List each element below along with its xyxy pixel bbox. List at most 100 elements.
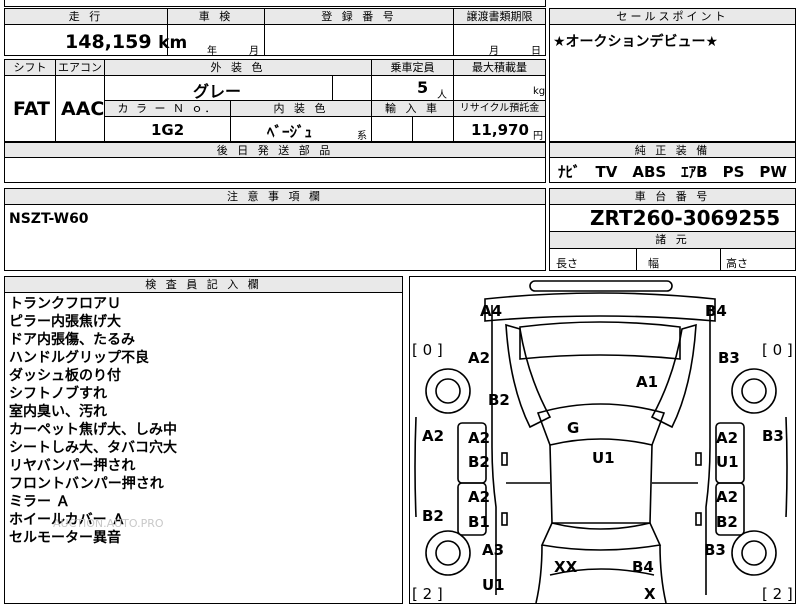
inspection-label: 車 検	[168, 9, 264, 24]
damage-mark: B2	[468, 453, 490, 471]
car-diagram-box: [ 0 ] [ 0 ] [ 2 ] [ 2 ] A4 B4 A2 B3 A1 B…	[409, 276, 796, 604]
damage-mark: B3	[762, 427, 784, 445]
damage-mark: G	[567, 419, 579, 437]
inspector-notes: トランクフロアＵ ピラー内張焦げ大 ドア内張傷、たるみ ハンドルグリップ不良 ダ…	[9, 295, 177, 547]
damage-mark: B3	[718, 349, 740, 367]
spec-block: シフト エアコン 外 装 色 乗車定員 最大積載量 カ ラ ー Ｎ ｏ． 内 装…	[4, 59, 546, 142]
dim-height: 高さ	[726, 257, 748, 270]
damage-mark: A2	[716, 488, 738, 506]
note-item: シートしみ大、タバコ穴大	[9, 440, 177, 456]
exterior-color-value: グレー	[193, 82, 242, 101]
dimensions-label: 諸 元	[550, 231, 795, 249]
damage-mark: A2	[468, 488, 490, 506]
inspection-month-unit: 月	[249, 46, 259, 57]
note-item: トランクフロアＵ	[9, 296, 121, 312]
damage-mark: B3	[704, 541, 726, 559]
note-item: ピラー内張焦げ大	[9, 314, 121, 330]
capacity-value: 5	[417, 78, 429, 97]
damage-mark: A2	[716, 429, 738, 447]
capacity-label: 乗車定員	[372, 60, 453, 75]
registration-label: 登 録 番 号	[265, 9, 453, 24]
damage-mark: A2	[422, 427, 444, 445]
watermark: AUCTION.AUTO.PRO	[53, 517, 164, 530]
recycle-fee-label: リサイクル預託金	[454, 101, 545, 116]
recycle-fee-unit: 円	[533, 131, 543, 142]
shift-label: シフト	[5, 60, 55, 75]
exterior-color-label: 外 装 色	[105, 60, 371, 75]
damage-mark: B4	[705, 302, 727, 320]
note-item: フロントバンパー押され	[9, 476, 164, 492]
shift-value: FAT	[13, 98, 50, 120]
damage-mark: X	[644, 585, 656, 603]
interior-color-value: ﾍﾞｰｼﾞｭ	[267, 123, 313, 141]
dim-length: 長さ	[556, 257, 578, 270]
equipment-items: ﾅﾋﾞ TV ABS ｴｱB PS PW	[558, 163, 787, 181]
damage-mark: A2	[468, 349, 490, 367]
mileage-label: 走 行	[5, 9, 167, 24]
damage-mark: B4	[632, 558, 654, 576]
damage-mark: B2	[422, 507, 444, 525]
recycle-fee-value: 11,970	[471, 121, 529, 139]
interior-suffix: 系	[357, 131, 367, 142]
damage-mark: A1	[636, 373, 658, 391]
dim-width: 幅	[648, 257, 659, 270]
note-item: ダッシュ板のり付	[9, 368, 121, 384]
sale-point-label: セールスポイント	[550, 9, 795, 25]
damage-mark: A2	[468, 429, 490, 447]
note-item: カーペット焦げ大、しみ中	[9, 422, 177, 438]
chassis-label: 車 台 番 号	[550, 189, 795, 205]
equipment-label: 純 正 装 備	[550, 143, 795, 158]
note-item: ドア内張傷、たるみ	[9, 332, 135, 348]
color-no-value: 1G2	[151, 121, 185, 139]
load-unit: kg	[533, 86, 546, 97]
tire-mark-front-right: [ 0 ]	[762, 341, 793, 359]
inspector-label: 検 査 員 記 入 欄	[5, 277, 402, 293]
chassis-box: 車 台 番 号 ZRT260-3069255 諸 元 長さ 幅 高さ	[549, 188, 796, 271]
tire-mark-rear-right: [ 2 ]	[762, 585, 793, 603]
top-strip	[4, 0, 546, 7]
header-row: 走 行 車 検 登 録 番 号 譲渡書類期限 148,159 km 年 月 月 …	[4, 8, 546, 57]
transfer-day-unit: 日	[531, 46, 541, 57]
transfer-deadline-label: 譲渡書類期限	[454, 9, 545, 24]
damage-mark: B1	[468, 513, 490, 531]
damage-mark: A4	[480, 302, 502, 320]
damage-mark: A3	[482, 541, 504, 559]
tire-mark-rear-left: [ 2 ]	[412, 585, 443, 603]
damage-mark: U1	[482, 576, 505, 594]
note-item: ミラー Ａ	[9, 494, 70, 510]
caution-label: 注 意 事 項 欄	[5, 189, 545, 205]
later-parts-label: 後 日 発 送 部 品	[5, 143, 545, 158]
note-item: ハンドルグリップ不良	[9, 350, 149, 366]
aircon-value: AAC	[61, 98, 105, 120]
sale-point-text: ★オークションデビュー★	[553, 34, 719, 50]
equipment-box: 純 正 装 備 ﾅﾋﾞ TV ABS ｴｱB PS PW	[549, 142, 796, 183]
damage-mark: U1	[716, 453, 739, 471]
note-item: セルモーター異音	[9, 530, 121, 546]
car-diagram: [ 0 ] [ 0 ] [ 2 ] [ 2 ] A4 B4 A2 B3 A1 B…	[412, 280, 793, 603]
damage-mark: U1	[592, 449, 615, 467]
note-item: シフトノブすれ	[9, 386, 107, 402]
tire-mark-front-left: [ 0 ]	[412, 341, 443, 359]
max-load-label: 最大積載量	[454, 60, 545, 75]
damage-mark: XX	[554, 558, 578, 576]
interior-color-label: 内 装 色	[231, 101, 371, 116]
chassis-number: ZRT260-3069255	[590, 206, 781, 230]
transfer-month-unit: 月	[489, 46, 499, 57]
damage-mark: B2	[488, 391, 510, 409]
caution-box: 注 意 事 項 欄 NSZT-W60	[4, 188, 546, 271]
color-no-label: カ ラ ー Ｎ ｏ．	[105, 101, 230, 116]
aircon-label: エアコン	[56, 60, 104, 75]
capacity-unit: 人	[437, 90, 447, 101]
note-item: リヤバンパー押され	[9, 458, 136, 474]
sale-point-box: セールスポイント ★オークションデビュー★	[549, 8, 796, 142]
import-label: 輸 入 車	[372, 101, 453, 116]
mileage-unit: km	[158, 33, 188, 53]
note-item: 室内臭い、汚れ	[9, 404, 107, 420]
inspector-box: 検 査 員 記 入 欄 トランクフロアＵ ピラー内張焦げ大 ドア内張傷、たるみ …	[4, 276, 403, 604]
mileage-value: 148,159 km	[65, 31, 187, 53]
damage-mark: B2	[716, 513, 738, 531]
mileage-number: 148,159	[65, 31, 152, 53]
inspection-year-unit: 年	[207, 46, 217, 57]
later-parts-box: 後 日 発 送 部 品	[4, 142, 546, 183]
caution-text: NSZT-W60	[9, 211, 89, 227]
